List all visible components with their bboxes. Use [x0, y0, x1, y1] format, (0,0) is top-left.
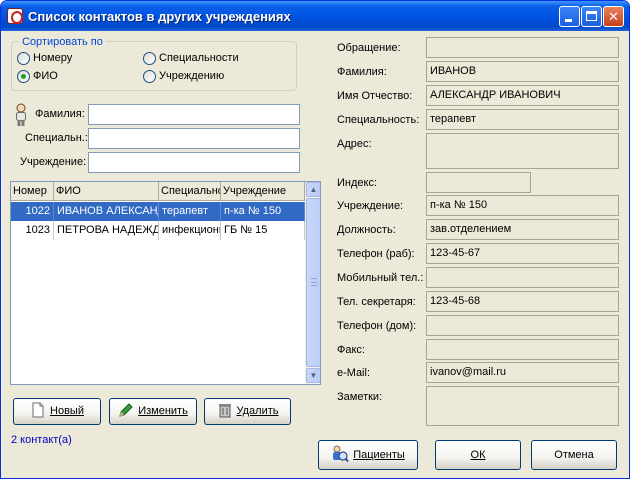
- position-label: Должность:: [337, 224, 396, 236]
- sort-groupbox: [11, 41, 297, 91]
- email-label: e-Mail:: [337, 367, 371, 379]
- new-document-icon: [32, 402, 44, 418]
- specialty-label: Специальность:: [337, 114, 420, 126]
- address-label: Адрес:: [337, 138, 372, 150]
- new-button-label: Новый: [50, 405, 84, 417]
- fax-field[interactable]: [426, 339, 619, 360]
- position-field[interactable]: зав.отделением: [426, 219, 619, 240]
- sort-by-specialty-radio[interactable]: [143, 52, 156, 65]
- cancel-button-label: Отмена: [554, 449, 594, 461]
- delete-button-label: Удалить: [236, 405, 279, 417]
- ok-button[interactable]: ОК: [435, 440, 521, 470]
- col-institution-header[interactable]: Учреждение: [221, 182, 305, 201]
- phone-home-label: Телефон (дом):: [337, 320, 417, 332]
- col-specialty-header[interactable]: Специальность: [159, 182, 221, 201]
- ok-button-label: ОК: [470, 449, 486, 461]
- edit-button[interactable]: Изменить: [109, 398, 197, 425]
- grid-header: Номер ФИО Специальность Учреждение: [11, 182, 305, 201]
- new-button[interactable]: Новый: [13, 398, 101, 425]
- patients-button-label: Пациенты: [353, 449, 405, 461]
- app-icon: [7, 8, 23, 24]
- patients-search-icon: [333, 445, 349, 463]
- maximize-button[interactable]: [581, 6, 602, 27]
- scroll-up-icon[interactable]: ▲: [306, 182, 320, 197]
- salutation-label: Обращение:: [337, 42, 401, 54]
- row-number: 1023: [11, 221, 54, 240]
- close-button[interactable]: ✕: [603, 6, 624, 27]
- phone-work-label: Телефон (раб):: [337, 248, 415, 260]
- phone-work-field[interactable]: 123-45-67: [426, 243, 619, 264]
- index-label: Индекс:: [337, 177, 378, 189]
- table-row[interactable]: 1023 ПЕТРОВА НАДЕЖДА инфекционист ГБ № 1…: [11, 221, 305, 240]
- window-title: Список контактов в других учреждениях: [28, 9, 291, 24]
- fax-label: Факс:: [337, 344, 365, 356]
- sort-by-fio-label[interactable]: ФИО: [33, 70, 58, 82]
- salutation-field[interactable]: [426, 37, 619, 58]
- grid-scrollbar[interactable]: ▲ ▼: [305, 182, 320, 384]
- address-field[interactable]: [426, 133, 619, 169]
- sort-by-institution-label[interactable]: Учреждению: [159, 70, 224, 82]
- email-field[interactable]: ivanov@mail.ru: [426, 362, 619, 383]
- minimize-icon: [565, 19, 572, 22]
- pencil-icon: [119, 403, 133, 417]
- close-icon: ✕: [608, 9, 619, 24]
- sort-by-specialty-label[interactable]: Специальности: [159, 52, 239, 64]
- grip-icon: [311, 278, 317, 286]
- patients-button[interactable]: Пациенты: [318, 440, 418, 470]
- col-fio-header[interactable]: ФИО: [54, 182, 159, 201]
- secretary-field[interactable]: 123-45-68: [426, 291, 619, 312]
- scroll-thumb[interactable]: [306, 198, 320, 367]
- maximize-icon: [586, 11, 597, 21]
- contact-count: 2 контакт(а): [11, 434, 72, 446]
- edit-button-label: Изменить: [138, 405, 188, 417]
- filter-specialty-label: Специальн.:: [25, 132, 88, 144]
- name-label: Имя Отчество:: [337, 90, 413, 102]
- filter-institution-label: Учреждение:: [20, 156, 87, 168]
- delete-button[interactable]: Удалить: [204, 398, 291, 425]
- index-field[interactable]: [426, 172, 531, 193]
- filter-surname-input[interactable]: [88, 104, 300, 125]
- notes-field[interactable]: [426, 386, 619, 426]
- contacts-window: Список контактов в других учреждениях ✕ …: [0, 0, 630, 479]
- mobile-field[interactable]: [426, 267, 619, 288]
- surname-label: Фамилия:: [337, 66, 387, 78]
- filter-institution-input[interactable]: [88, 152, 300, 173]
- col-number-header[interactable]: Номер: [11, 182, 54, 201]
- row-specialty: терапевт: [159, 202, 221, 221]
- institution-field[interactable]: п-ка № 150: [426, 195, 619, 216]
- contacts-grid[interactable]: Номер ФИО Специальность Учреждение 1022 …: [10, 181, 321, 385]
- secretary-label: Тел. секретаря:: [337, 296, 416, 308]
- row-fio: ИВАНОВ АЛЕКСАНДР ИВАНОВИЧ: [54, 202, 159, 221]
- row-institution: ГБ № 15: [221, 221, 305, 240]
- surname-field[interactable]: ИВАНОВ: [426, 61, 619, 82]
- phone-home-field[interactable]: [426, 315, 619, 336]
- specialty-field[interactable]: терапевт: [426, 109, 619, 130]
- table-row[interactable]: 1022 ИВАНОВ АЛЕКСАНДР ИВАНОВИЧ терапевт …: [11, 202, 305, 221]
- sort-legend: Сортировать по: [19, 36, 106, 48]
- sort-by-institution-radio[interactable]: [143, 70, 156, 83]
- person-icon: [16, 103, 26, 126]
- notes-label: Заметки:: [337, 391, 383, 403]
- sort-by-number-radio[interactable]: [17, 52, 30, 65]
- minimize-button[interactable]: [559, 6, 580, 27]
- trash-icon: [218, 404, 231, 418]
- sort-by-number-label[interactable]: Номеру: [33, 52, 72, 64]
- name-field[interactable]: АЛЕКСАНДР ИВАНОВИЧ: [426, 85, 619, 106]
- row-specialty: инфекционист: [159, 221, 221, 240]
- row-number: 1022: [11, 202, 54, 221]
- filter-specialty-input[interactable]: [88, 128, 300, 149]
- title-bar[interactable]: Список контактов в других учреждениях ✕: [1, 1, 629, 31]
- row-institution: п-ка № 150: [221, 202, 305, 221]
- filter-surname-label: Фамилия:: [35, 108, 85, 120]
- sort-by-fio-radio[interactable]: [17, 70, 30, 83]
- row-fio: ПЕТРОВА НАДЕЖДА: [54, 221, 159, 240]
- mobile-label: Мобильный тел.:: [337, 272, 424, 284]
- scroll-down-icon[interactable]: ▼: [306, 368, 320, 383]
- institution-label: Учреждение:: [337, 200, 404, 212]
- cancel-button[interactable]: Отмена: [531, 440, 617, 470]
